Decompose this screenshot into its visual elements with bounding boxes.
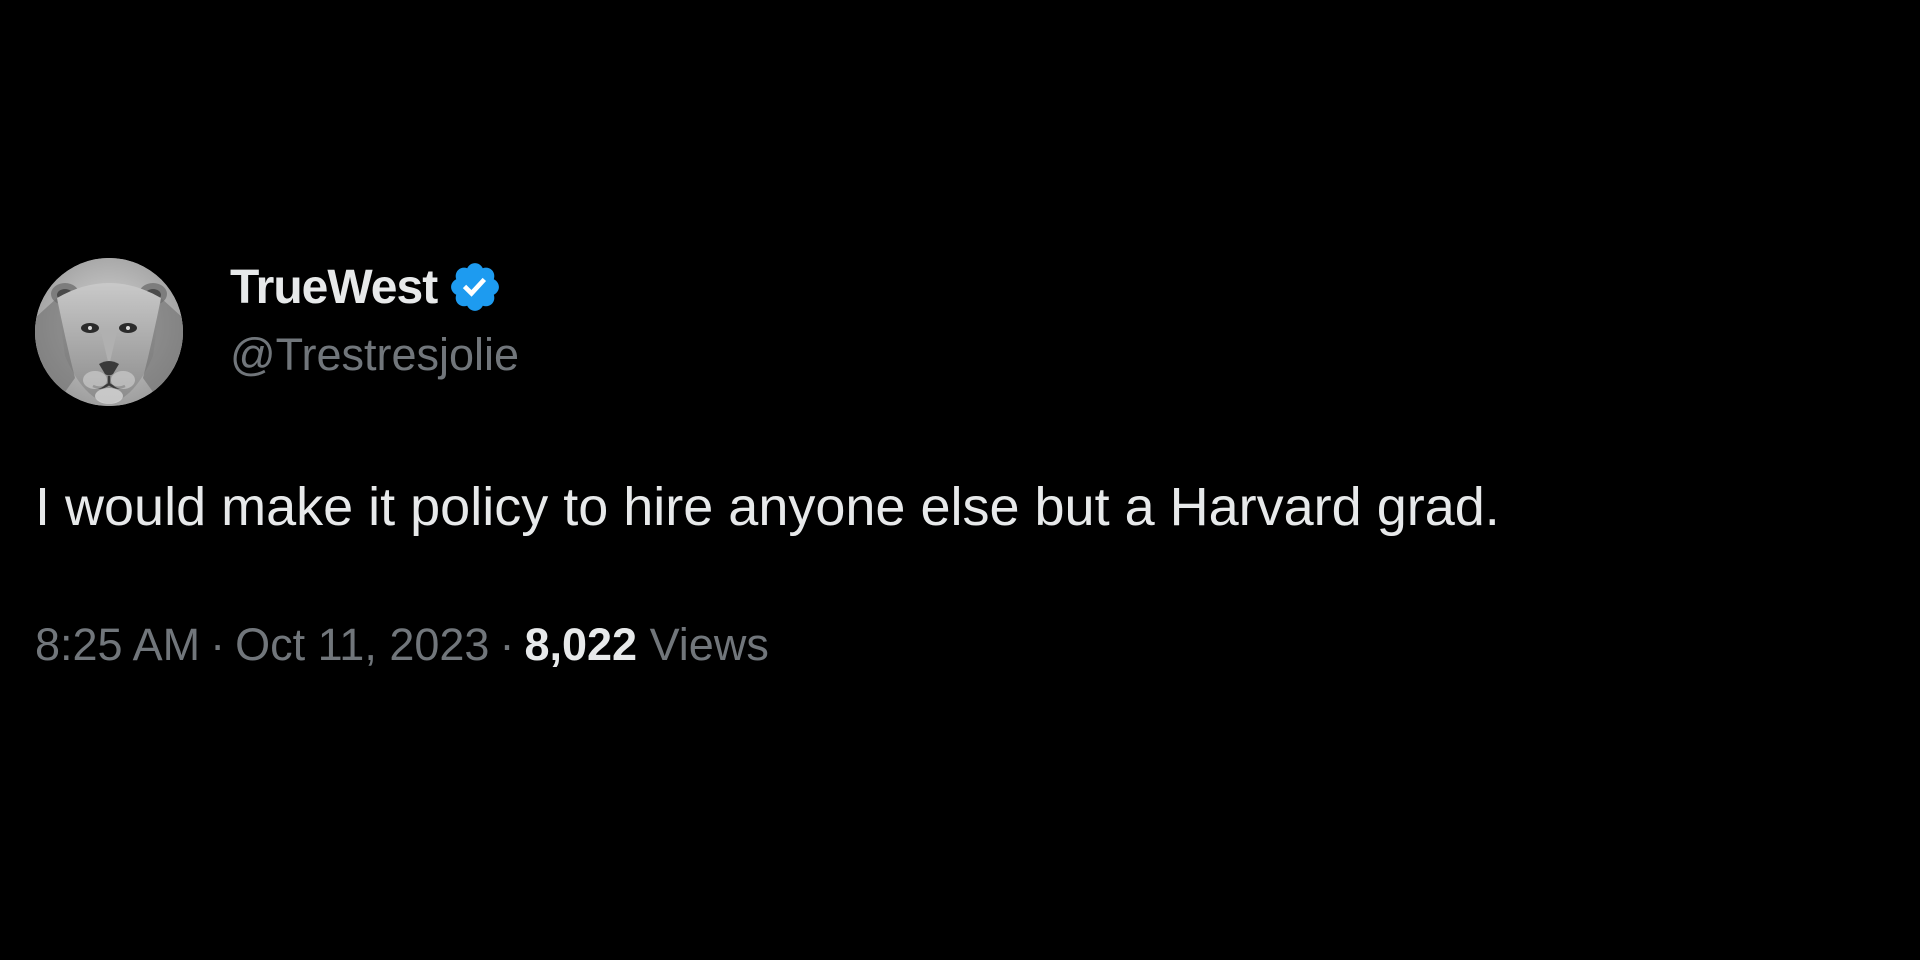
verified-badge-icon[interactable] xyxy=(447,259,503,315)
tweet-time[interactable]: 8:25 AM xyxy=(35,619,200,670)
meta-separator: · xyxy=(499,619,515,670)
meta-separator: · xyxy=(210,619,226,670)
tweet-header: TrueWest @Trestresjolie xyxy=(35,255,1885,406)
views-count: 8,022 xyxy=(524,619,638,670)
avatar[interactable] xyxy=(35,258,183,406)
views-label: Views xyxy=(649,619,769,670)
tweet-date[interactable]: Oct 11, 2023 xyxy=(235,619,489,670)
user-handle[interactable]: @Trestresjolie xyxy=(230,329,519,381)
tweet: TrueWest @Trestresjolie I would make it … xyxy=(35,255,1885,670)
tweet-meta: 8:25 AM · Oct 11, 2023 · 8,022 Views xyxy=(35,615,769,675)
display-name-row: TrueWest xyxy=(230,255,519,319)
tweet-text: I would make it policy to hire anyone el… xyxy=(35,477,1500,537)
lioness-avatar-image xyxy=(35,258,183,406)
author-names: TrueWest @Trestresjolie xyxy=(230,255,519,381)
display-name[interactable]: TrueWest xyxy=(230,260,438,315)
